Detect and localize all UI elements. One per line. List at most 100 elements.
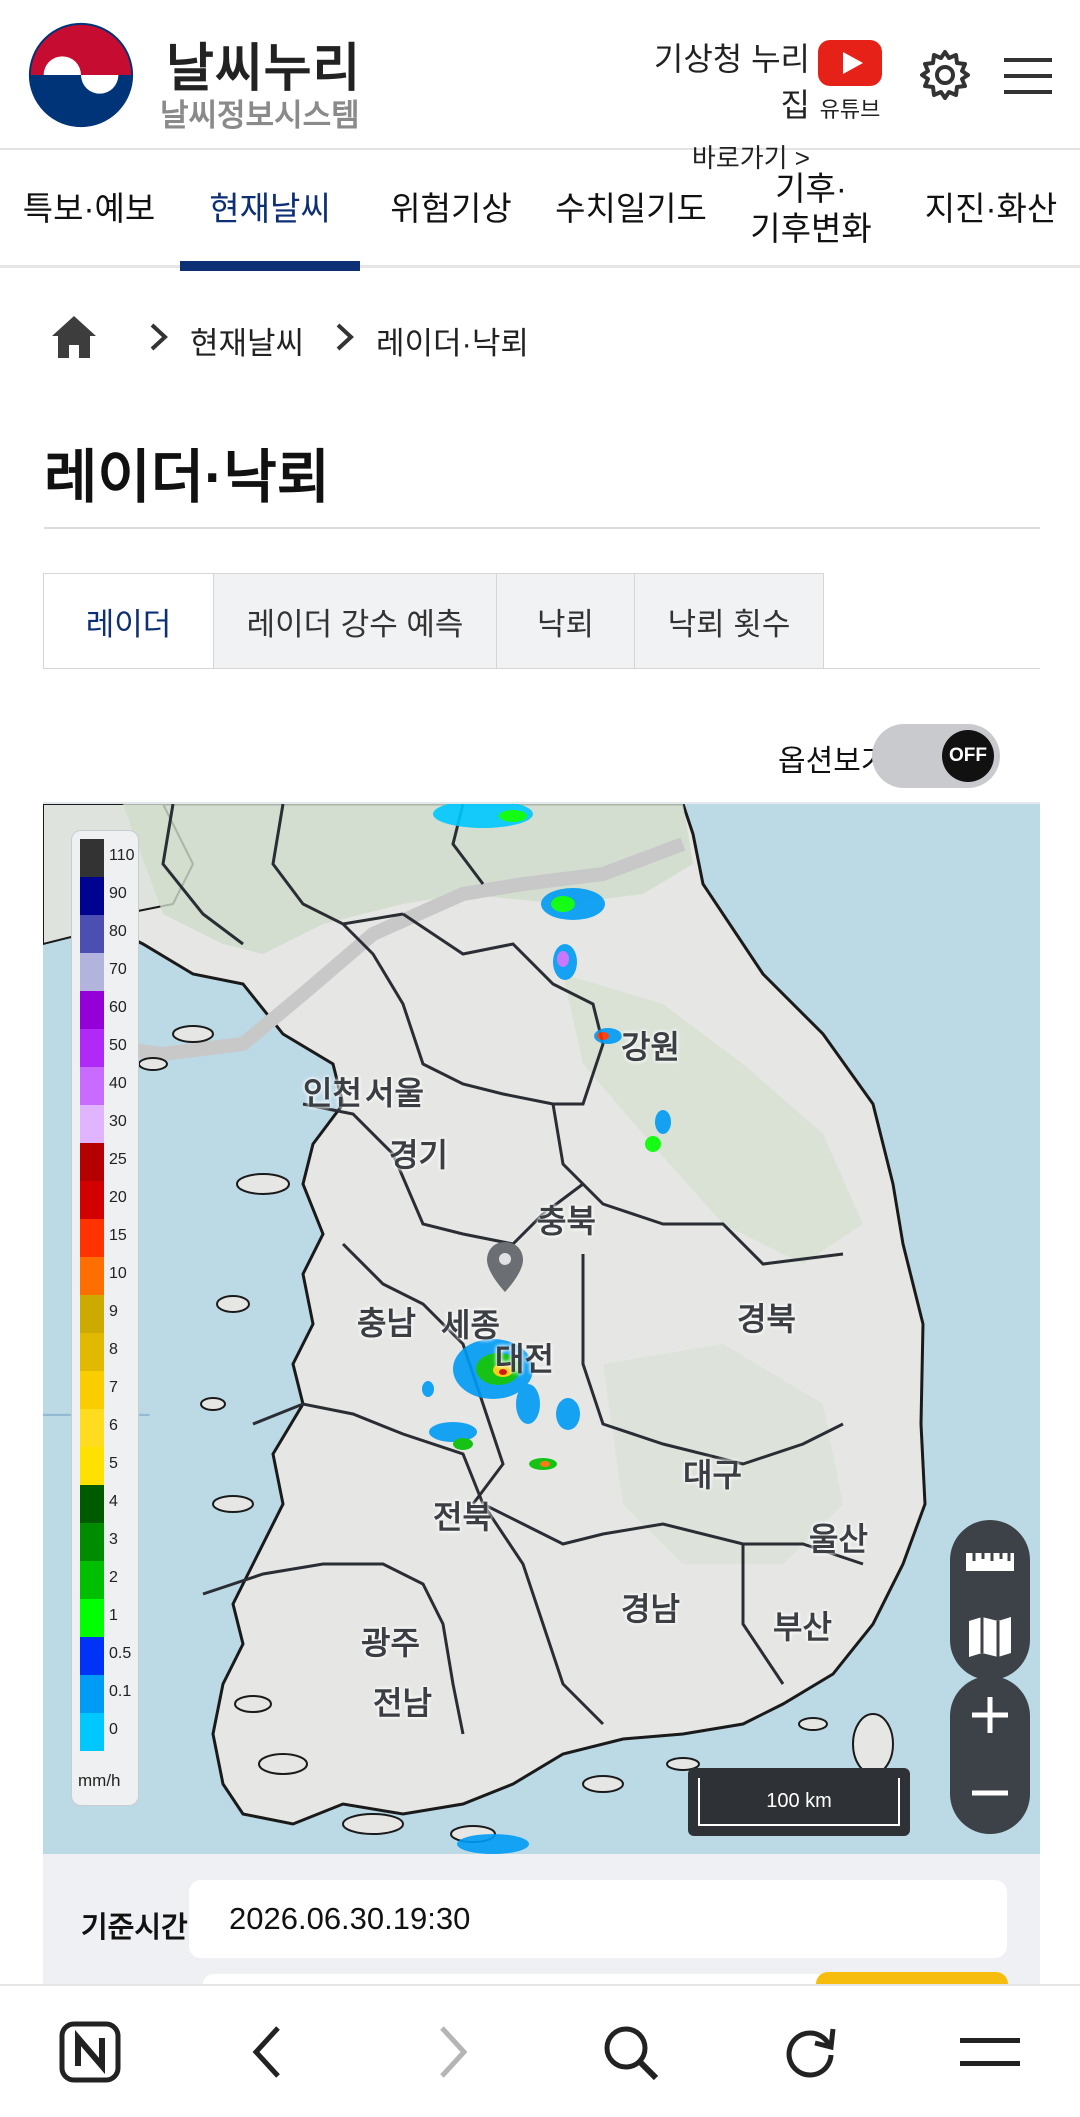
legend-swatch <box>80 991 104 1029</box>
region-label-sejong: 세종 <box>441 1307 500 1343</box>
base-time-label: 기준시간 <box>81 1912 188 1944</box>
legend-value: 6 <box>109 1417 118 1434</box>
region-label-busan: 부산 <box>773 1609 832 1645</box>
region-label-chungnam: 충남 <box>357 1305 416 1341</box>
legend-value: 4 <box>109 1493 118 1510</box>
legend-value: 0.5 <box>109 1645 132 1662</box>
base-time-panel: 기준시간 2026.06.30.19:30 <box>43 1854 1040 2002</box>
zoom-controls <box>950 1676 1030 1834</box>
legend-step: 10 <box>80 1257 136 1295</box>
radar-map[interactable]: ───── 인천 서울 경기 강원 충북 충남 세종 대전 경북 대구 전북 울… <box>43 802 1040 1854</box>
region-label-chungbuk: 충북 <box>537 1203 596 1239</box>
back-button[interactable] <box>222 2006 314 2098</box>
naver-home-button[interactable] <box>44 2006 136 2098</box>
hamburger-menu-icon[interactable] <box>1004 56 1052 96</box>
legend-step: 6 <box>80 1409 136 1447</box>
main-navigation: 특보·예보 현재날씨 위험기상 수치일기도 기후· 기후변화 지진·화산 <box>0 150 1080 271</box>
browser-bottom-bar <box>0 1984 1080 2117</box>
legend-swatch <box>80 1523 104 1561</box>
legend-swatch <box>80 1143 104 1181</box>
legend-value: 9 <box>109 1303 118 1320</box>
brand-subtitle: 날씨정보시스템 <box>160 98 360 133</box>
legend-value: 110 <box>109 847 135 864</box>
refresh-button[interactable] <box>764 2006 856 2098</box>
chevron-right-icon <box>440 2026 468 2078</box>
search-icon <box>604 2026 659 2081</box>
legend-value: 60 <box>109 999 127 1016</box>
gnb-item-current-weather[interactable]: 현재날씨 <box>180 150 360 271</box>
legend-step: 3 <box>80 1523 136 1561</box>
youtube-icon <box>818 40 882 86</box>
legend-step: 5 <box>80 1447 136 1485</box>
tab-radar[interactable]: 레이더 <box>44 574 214 668</box>
region-label-daejeon: 대전 <box>495 1341 554 1377</box>
legend-swatch <box>80 1371 104 1409</box>
chevron-right-icon <box>336 323 354 351</box>
tab-lightning[interactable]: 낙뢰 <box>497 574 635 668</box>
ruler-button[interactable] <box>950 1520 1030 1598</box>
gnb-item-earthquake-volcano[interactable]: 지진·화산 <box>902 150 1080 268</box>
plus-icon <box>972 1697 1008 1733</box>
tab-radar-precipitation-forecast[interactable]: 레이더 강수 예측 <box>214 574 497 668</box>
refresh-icon <box>786 2028 836 2078</box>
gear-icon[interactable] <box>918 48 972 102</box>
legend-value: 20 <box>109 1189 127 1206</box>
breadcrumb-current-weather[interactable]: 현재날씨 <box>190 318 304 363</box>
base-time-field[interactable]: 2026.06.30.19:30 <box>189 1880 1007 1958</box>
legend-step: 7 <box>80 1371 136 1409</box>
kma-homepage-title: 기상청 누리집 <box>653 41 810 123</box>
toggle-knob: OFF <box>942 730 994 782</box>
location-pin-icon[interactable] <box>485 1240 525 1294</box>
gnb-item-weather-chart[interactable]: 수치일기도 <box>542 150 720 268</box>
gnb-item-label: 현재날씨 <box>209 190 331 227</box>
search-button[interactable] <box>584 2006 676 2098</box>
legend-value: 70 <box>109 961 127 978</box>
home-icon[interactable] <box>50 314 98 360</box>
gnb-item-label: 지진·화산 <box>924 190 1058 227</box>
legend-value: 30 <box>109 1113 127 1130</box>
region-label-seoul: 서울 <box>365 1075 424 1111</box>
gnb-item-hazardous-weather[interactable]: 위험기상 <box>362 150 540 268</box>
forward-button[interactable] <box>406 2006 498 2098</box>
site-header: 날씨누리 날씨정보시스템 기상청 누리집 바로가기 > 유튜브 <box>0 0 1080 173</box>
legend-swatch <box>80 1067 104 1105</box>
map-scale-bar: 100 km <box>688 1768 910 1836</box>
tab-lightning-count[interactable]: 낙뢰 횟수 <box>635 574 824 668</box>
legend-step: 8 <box>80 1333 136 1371</box>
gnb-item-climate[interactable]: 기후· 기후변화 <box>722 150 900 268</box>
option-view-toggle[interactable]: OFF <box>872 724 1000 788</box>
legend-swatch <box>80 1637 104 1675</box>
legend-step: 60 <box>80 991 136 1029</box>
legend-step: 70 <box>80 953 136 991</box>
legend-swatch <box>80 1485 104 1523</box>
legend-value: 5 <box>109 1455 118 1472</box>
ruler-icon <box>966 1553 1014 1571</box>
tabs-divider <box>43 668 1040 669</box>
legend-swatch <box>80 1219 104 1257</box>
youtube-label: 유튜브 <box>819 97 881 122</box>
legend-value: 15 <box>109 1227 127 1244</box>
taegeuk-logo-icon[interactable] <box>22 16 140 134</box>
breadcrumb-radar-lightning[interactable]: 레이더·낙뢰 <box>376 318 529 363</box>
chevron-right-icon <box>150 323 168 351</box>
map-layer-button[interactable] <box>950 1598 1030 1676</box>
legend-value: 0 <box>109 1721 118 1738</box>
gnb-item-label: 기후· 기후변화 <box>750 170 872 247</box>
legend-value: 10 <box>109 1265 127 1282</box>
zoom-in-button[interactable] <box>950 1676 1030 1754</box>
youtube-link[interactable]: 유튜브 <box>818 40 882 126</box>
map-tools-group <box>950 1520 1030 1680</box>
legend-value: 8 <box>109 1341 118 1358</box>
gnb-item-forecast[interactable]: 특보·예보 <box>0 150 178 268</box>
menu-lines-icon <box>960 2038 1020 2066</box>
zoom-out-button[interactable] <box>950 1754 1030 1832</box>
region-label-jeonnam: 전남 <box>373 1685 432 1721</box>
breadcrumb: 현재날씨 레이더·낙뢰 <box>50 308 650 364</box>
legend-step: 50 <box>80 1029 136 1067</box>
region-label-gyeonggi: 경기 <box>389 1137 448 1173</box>
legend-unit: mm/h <box>78 1771 121 1790</box>
region-label-gyeongnam: 경남 <box>621 1591 680 1627</box>
legend-swatch <box>80 1713 104 1751</box>
legend-swatch <box>80 953 104 991</box>
browser-menu-button[interactable] <box>944 2006 1036 2098</box>
